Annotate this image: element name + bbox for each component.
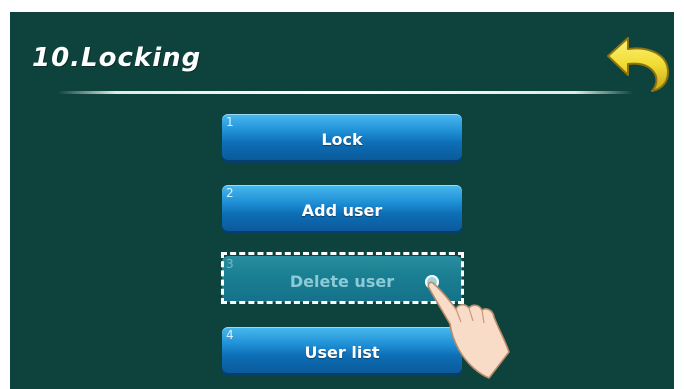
locking-screen: 10.Locking 1 Lock 2 Add user 3 Delete us… xyxy=(10,12,674,389)
lock-button[interactable]: 1 Lock xyxy=(222,114,462,160)
menu-item-label: Lock xyxy=(321,129,363,149)
hand-pointer-icon xyxy=(425,275,510,379)
title-divider xyxy=(58,91,633,94)
back-arrow-icon[interactable] xyxy=(604,34,672,92)
add-user-button[interactable]: 2 Add user xyxy=(222,185,462,231)
page-title: 10.Locking xyxy=(32,43,202,73)
menu-item-label: Add user xyxy=(301,200,383,220)
